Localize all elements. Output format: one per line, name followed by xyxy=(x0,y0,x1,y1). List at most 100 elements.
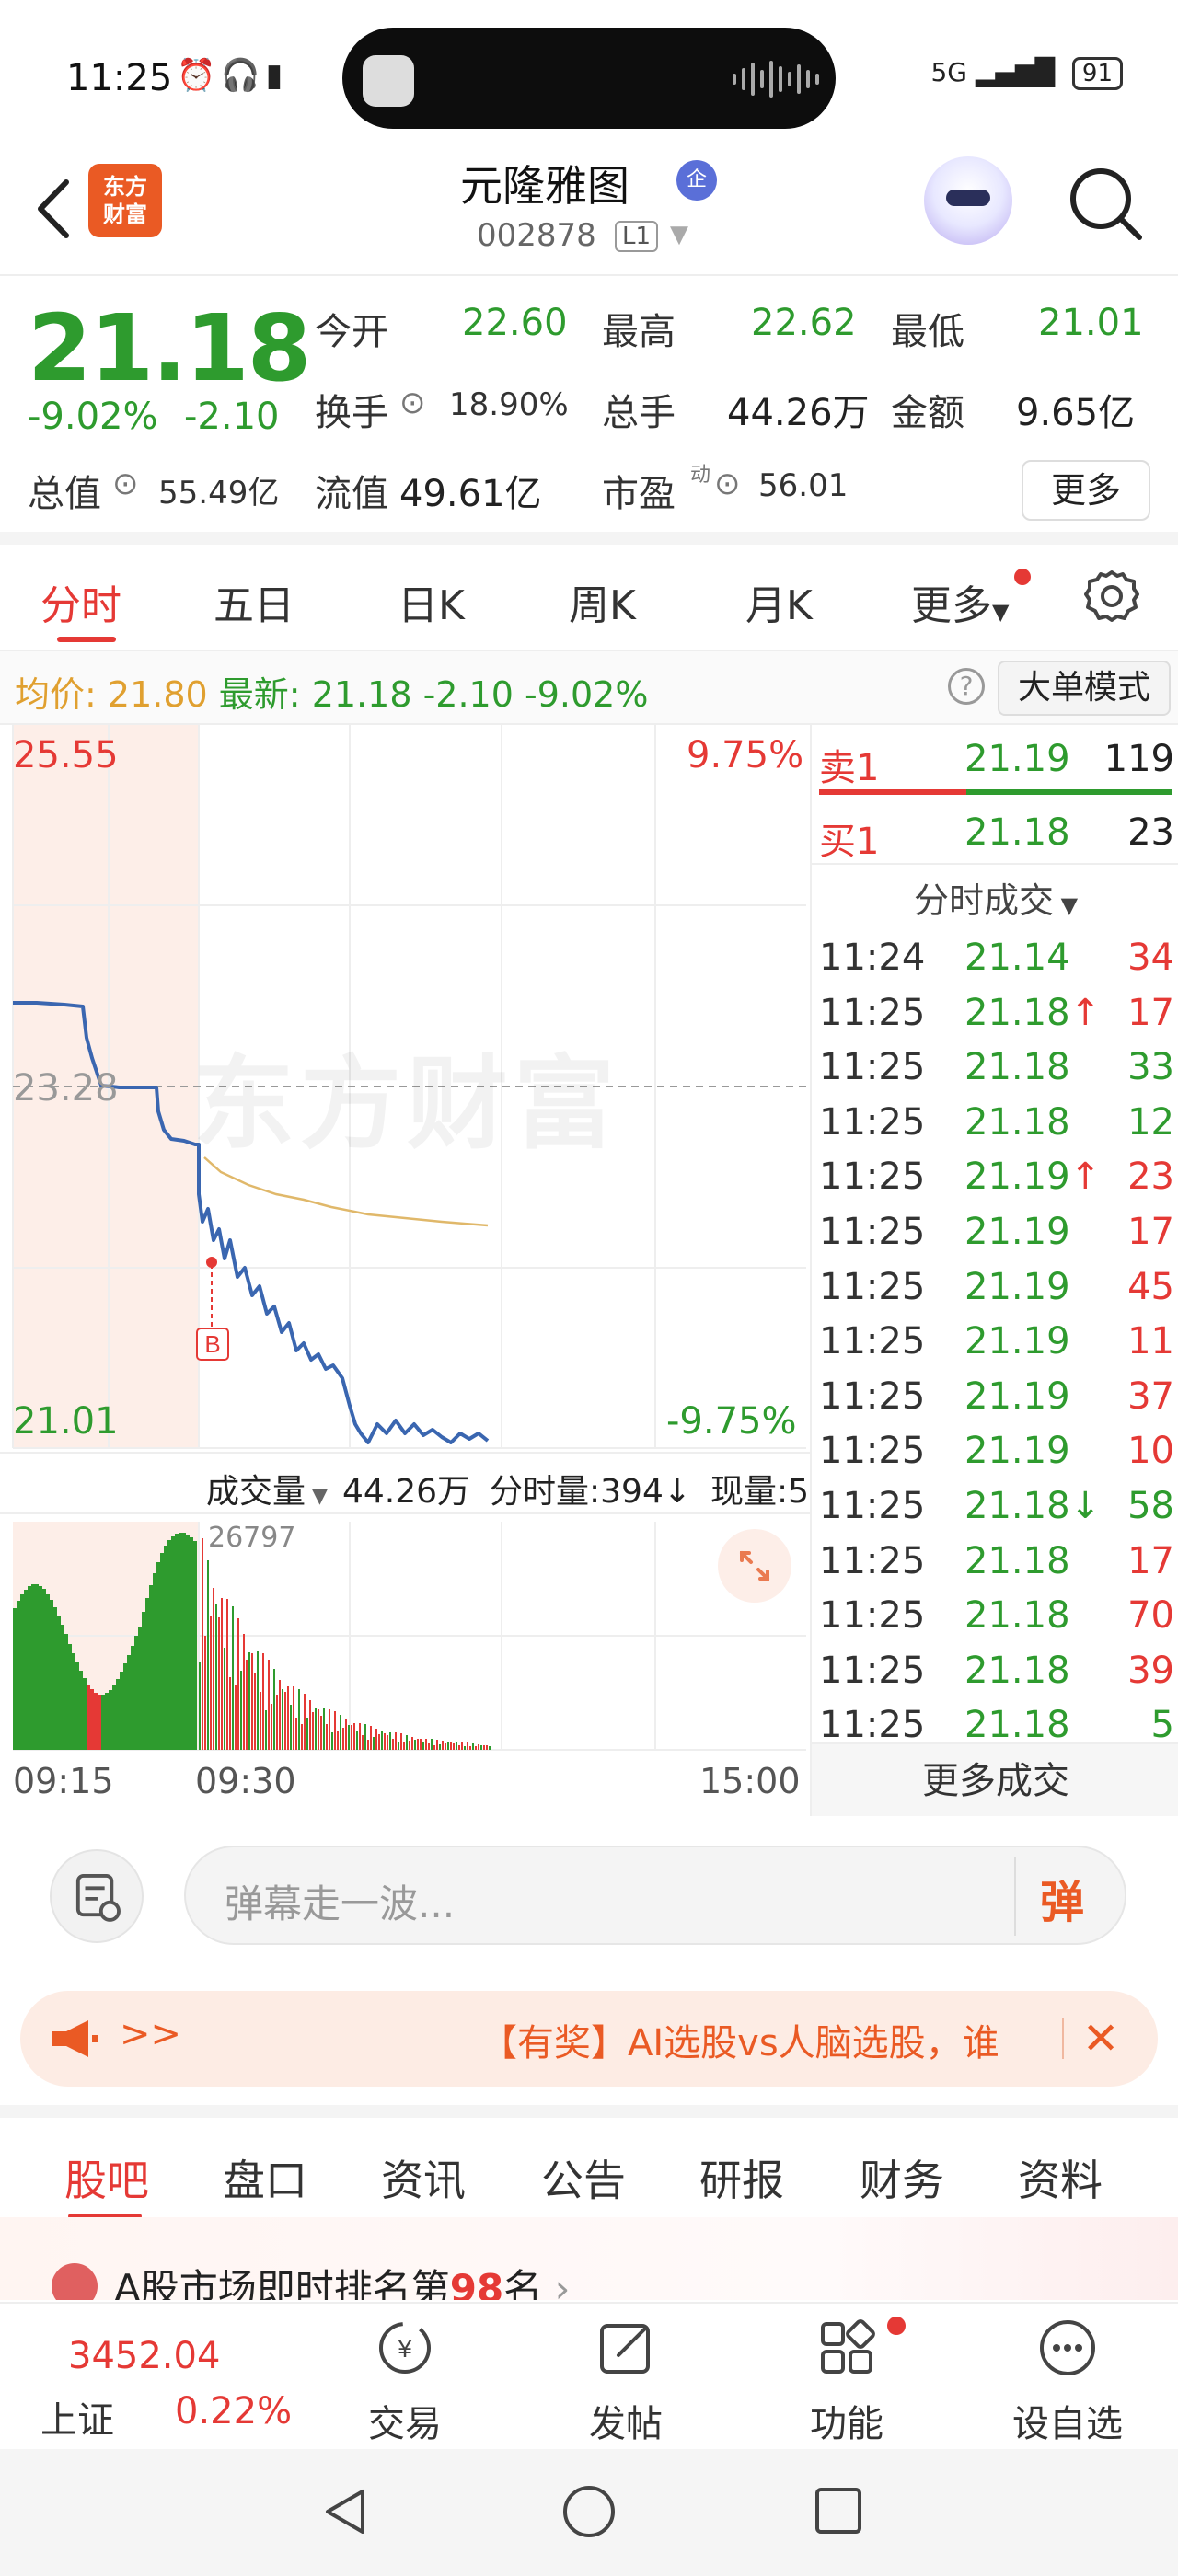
volume-bar xyxy=(64,1634,68,1750)
nav-post[interactable]: 发帖 xyxy=(561,2317,690,2445)
open-label: 今开 xyxy=(315,311,388,353)
volume-bar xyxy=(221,1598,223,1750)
tab-five-day[interactable]: 五日 xyxy=(214,572,294,631)
volume-bar xyxy=(224,1648,225,1750)
trade-price-value: 21.19 xyxy=(964,1211,1070,1253)
volume-bar xyxy=(153,1573,156,1750)
pct-axis-low: -9.75% xyxy=(666,1400,797,1443)
tab-daily-k[interactable]: 日K xyxy=(398,572,465,631)
tab-monthly-k[interactable]: 月K xyxy=(745,572,813,631)
high-label: 最高 xyxy=(602,311,676,353)
promo-banner[interactable]: >> 【有奖】AI选股vs人脑选股，谁 ✕ xyxy=(20,1991,1158,2087)
trade-time: 11:25 xyxy=(819,1485,926,1527)
volume-bar xyxy=(248,1652,250,1750)
gear-icon[interactable] xyxy=(1082,567,1141,626)
close-icon[interactable]: ✕ xyxy=(1082,2013,1119,2064)
volume-bar xyxy=(309,1700,311,1750)
recents-square-icon[interactable] xyxy=(815,2488,861,2534)
sell1-price: 21.19 xyxy=(964,738,1070,780)
big-order-mode-button[interactable]: 大单模式 xyxy=(998,661,1171,716)
info-icon[interactable]: ⊙ xyxy=(112,466,139,502)
volume-bar xyxy=(428,1743,430,1750)
volume-bar xyxy=(392,1739,394,1750)
order-buy1[interactable]: 买1 21.18 23 xyxy=(812,799,1178,872)
change-amount: -2.10 xyxy=(184,396,280,438)
volume-bar xyxy=(406,1735,408,1750)
tab-announcements[interactable]: 公告 xyxy=(541,2147,626,2208)
volume-bar xyxy=(75,1662,79,1750)
danmu-settings-icon[interactable] xyxy=(50,1849,144,1943)
back-icon[interactable] xyxy=(26,167,81,250)
dropdown-arrow-icon[interactable]: ▼ xyxy=(670,221,688,248)
nav-trade[interactable]: ¥ 交易 xyxy=(341,2317,469,2445)
trade-price: 21.19↑ xyxy=(964,1156,1101,1198)
expand-icon[interactable] xyxy=(718,1529,791,1603)
stock-header: 东方 财富 元隆雅图 企 002878 L1 ▼ xyxy=(0,147,1178,276)
tab-finance[interactable]: 财务 xyxy=(860,2147,944,2208)
amount-value: 9.65亿 xyxy=(1016,392,1136,434)
buy1-price: 21.18 xyxy=(964,811,1070,854)
index-name[interactable]: 上证 xyxy=(40,2390,114,2444)
more-trades-button[interactable]: 更多成交 xyxy=(812,1742,1178,1816)
trade-price: 21.19 xyxy=(964,1320,1070,1363)
volume-bar xyxy=(295,1718,297,1750)
danmu-send-button[interactable]: 弹 xyxy=(1040,1866,1084,1930)
tab-weekly-k[interactable]: 周K xyxy=(569,572,636,631)
tab-profile[interactable]: 资料 xyxy=(1018,2147,1103,2208)
trade-volume: 34 xyxy=(1127,937,1174,979)
nav-functions[interactable]: 功能 xyxy=(782,2317,911,2445)
help-icon[interactable]: ? xyxy=(948,668,985,705)
info-icon[interactable]: ⊙ xyxy=(714,466,741,502)
intraday-chart[interactable]: B xyxy=(0,725,810,1816)
index-change[interactable]: 0.22% xyxy=(175,2390,292,2432)
volume-bar xyxy=(120,1672,123,1750)
back-triangle-icon[interactable] xyxy=(326,2490,364,2534)
trades-header[interactable]: 分时成交 ▼ xyxy=(812,863,1178,921)
avg-value: 21.80 xyxy=(107,674,208,715)
app-logo[interactable]: 东方 财富 xyxy=(88,164,162,237)
info-icon[interactable]: ⊙ xyxy=(399,385,426,421)
tab-news[interactable]: 资讯 xyxy=(381,2147,466,2208)
megaphone-icon xyxy=(52,2020,98,2057)
tab-intraday[interactable]: 分时 xyxy=(40,572,121,631)
volume-bar xyxy=(68,1644,72,1750)
trade-time: 11:25 xyxy=(819,1374,926,1418)
trade-price: 21.18↓ xyxy=(964,1485,1101,1527)
more-button[interactable]: 更多 xyxy=(1022,460,1150,521)
mcap-value: 55.49亿 xyxy=(158,475,280,512)
volume-bar xyxy=(284,1692,286,1750)
volume-bar xyxy=(475,1746,477,1750)
volume-bar xyxy=(304,1694,306,1750)
volume-bar xyxy=(472,1743,474,1750)
level-badge[interactable]: L1 xyxy=(615,221,659,252)
order-sell1[interactable]: 卖1 21.19 119 xyxy=(812,725,1178,799)
rank-banner[interactable]: A股市场即时排名第98名 › xyxy=(0,2217,1178,2300)
volume-bar xyxy=(458,1745,460,1750)
volume-bar xyxy=(149,1585,153,1750)
search-icon[interactable] xyxy=(1064,162,1147,245)
index-value[interactable]: 3452.04 xyxy=(68,2335,220,2377)
volume-selector[interactable]: 成交量 ▼ xyxy=(206,1465,328,1512)
tab-research[interactable]: 研报 xyxy=(699,2147,784,2208)
volume-bar xyxy=(469,1746,471,1750)
volume-bar xyxy=(24,1590,28,1750)
danmu-input[interactable]: 弹幕走一波... 弹 xyxy=(184,1846,1126,1945)
latest-value: 21.18 xyxy=(311,674,412,715)
trade-icon: ¥ xyxy=(379,2322,431,2374)
robot-assistant-icon[interactable] xyxy=(924,156,1012,245)
home-circle-icon[interactable] xyxy=(563,2486,615,2537)
trade-price: 21.18 xyxy=(964,1594,1070,1637)
turnover-value: 18.90% xyxy=(449,386,569,423)
order-ratio-bar xyxy=(819,789,1172,795)
tab-guba[interactable]: 股吧 xyxy=(64,2147,149,2208)
nav-add-watchlist[interactable]: 设自选 xyxy=(1003,2317,1132,2445)
pe-label: 市盈 xyxy=(602,473,676,515)
tab-pankou[interactable]: 盘口 xyxy=(223,2147,307,2208)
volume-bar xyxy=(389,1732,391,1750)
dynamic-island[interactable] xyxy=(342,28,836,129)
volume-bar xyxy=(414,1740,416,1750)
trade-row: 11:25 21.18 70 xyxy=(812,1594,1178,1650)
volume-bar xyxy=(417,1739,419,1750)
trade-price: 21.18 xyxy=(964,1046,1070,1088)
tab-more[interactable]: 更多▼ xyxy=(911,572,1009,631)
